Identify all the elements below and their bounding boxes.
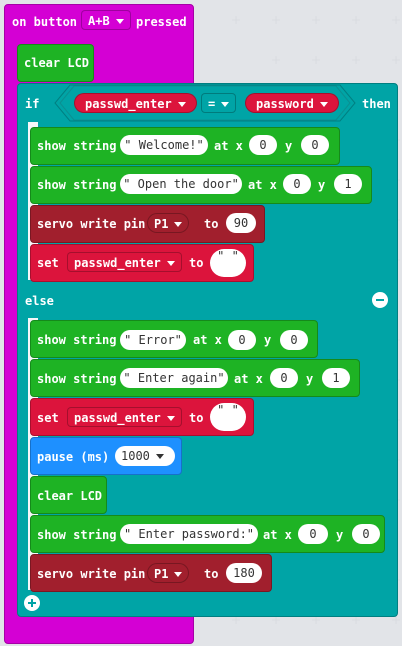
string-field[interactable]: " Error"	[120, 330, 186, 350]
at-x-label: at x	[263, 528, 292, 542]
show-string-label: show string	[37, 372, 117, 386]
compare-operator-dropdown[interactable]: =	[201, 93, 237, 113]
x-field[interactable]: 0	[283, 174, 311, 194]
y-field[interactable]: 1	[322, 368, 350, 388]
pause-label: pause (ms)	[37, 450, 110, 464]
grid-plus: +	[311, 53, 322, 67]
pin-dropdown[interactable]: P1	[147, 563, 190, 583]
show-string-label: show string	[37, 333, 117, 347]
y-label: y	[336, 528, 344, 542]
x-field[interactable]: 0	[228, 330, 256, 350]
string-value-field[interactable]: " "	[210, 403, 246, 431]
string-field[interactable]: " Enter again"	[120, 368, 228, 388]
variable-dropdown[interactable]: passwd_enter	[67, 407, 182, 427]
x-field[interactable]: 0	[270, 368, 298, 388]
grid-plus: +	[351, 13, 362, 27]
passwd-enter-variable[interactable]: passwd_enter	[74, 93, 197, 113]
y-label: y	[285, 139, 293, 153]
clear-lcd-label: clear LCD	[37, 489, 103, 503]
to-label: to	[204, 567, 219, 581]
pin-dropdown[interactable]: P1	[147, 213, 190, 233]
variable-dropdown[interactable]: passwd_enter	[67, 252, 182, 272]
grid-plus: +	[391, 13, 402, 27]
at-x-label: at x	[248, 178, 277, 192]
pause-duration-dropdown[interactable]: 1000	[115, 446, 175, 466]
grid-plus: +	[311, 13, 322, 27]
grid-plus: +	[231, 13, 242, 27]
y-label: y	[318, 178, 326, 192]
grid-plus: +	[271, 53, 282, 67]
to-label: to	[189, 256, 204, 270]
event-prefix: on button	[12, 15, 78, 29]
y-field[interactable]: 0	[280, 330, 308, 350]
string-value-field[interactable]: " "	[210, 249, 246, 277]
y-label: y	[264, 333, 272, 347]
x-field[interactable]: 0	[298, 524, 328, 544]
at-x-label: at x	[234, 372, 263, 386]
grid-plus: +	[391, 53, 402, 67]
set-label: set	[37, 411, 59, 425]
at-x-label: at x	[214, 139, 243, 153]
string-field[interactable]: " Enter password:"	[120, 524, 258, 544]
string-field[interactable]: " Welcome!"	[120, 135, 208, 155]
y-field[interactable]: 0	[352, 524, 380, 544]
to-label: to	[204, 217, 219, 231]
minus-icon[interactable]	[372, 292, 388, 308]
show-string-label: show string	[37, 178, 117, 192]
at-x-label: at x	[193, 333, 222, 347]
set-label: set	[37, 256, 59, 270]
y-label: y	[306, 372, 314, 386]
x-field[interactable]: 0	[249, 135, 277, 155]
y-field[interactable]: 0	[301, 135, 329, 155]
to-label: to	[189, 411, 204, 425]
servo-write-label: servo write pin	[37, 567, 146, 581]
else-keyword: else	[25, 294, 54, 308]
password-variable[interactable]: password	[245, 93, 339, 113]
grid-plus: +	[351, 53, 362, 67]
servo-write-label: servo write pin	[37, 217, 146, 231]
plus-icon[interactable]	[24, 595, 40, 611]
if-keyword: if	[25, 97, 40, 111]
then-keyword: then	[362, 97, 391, 111]
button-dropdown[interactable]: A+B	[81, 10, 131, 30]
y-field[interactable]: 1	[334, 174, 362, 194]
clear-lcd-label: clear LCD	[24, 56, 90, 70]
angle-field[interactable]: 180	[226, 563, 262, 583]
event-suffix: pressed	[136, 15, 187, 29]
angle-field[interactable]: 90	[226, 213, 256, 233]
string-field[interactable]: " Open the door"	[120, 174, 242, 194]
grid-plus: +	[271, 13, 282, 27]
show-string-label: show string	[37, 139, 117, 153]
show-string-label: show string	[37, 528, 117, 542]
